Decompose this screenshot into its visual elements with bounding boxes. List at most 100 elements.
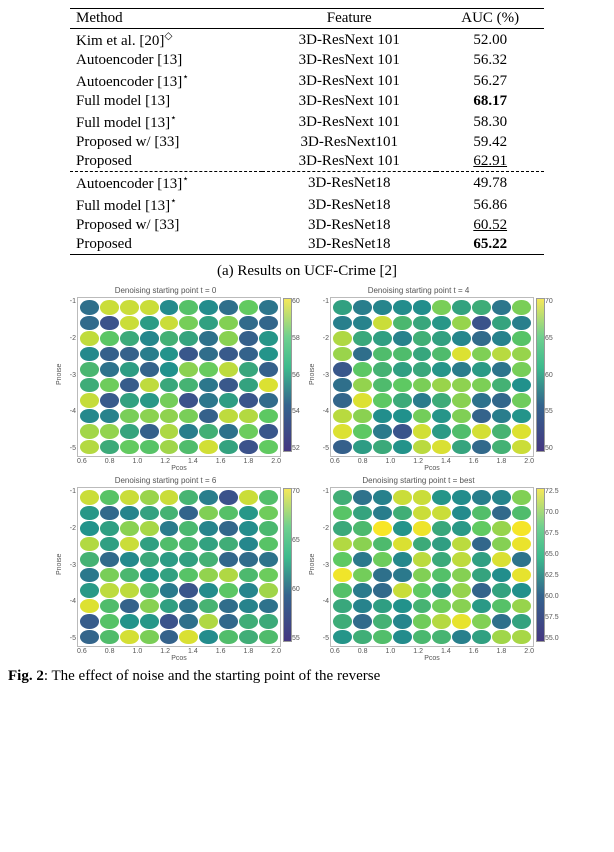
data-point [472, 583, 491, 598]
data-point [393, 537, 412, 552]
data-point [239, 300, 258, 315]
data-point [432, 331, 451, 346]
data-point [80, 362, 99, 377]
data-point [179, 440, 198, 455]
cell-auc: 56.27 [436, 70, 544, 92]
data-point [179, 331, 198, 346]
cell-method: Proposed [70, 152, 262, 172]
data-point [413, 614, 432, 629]
data-point [140, 583, 159, 598]
data-point [492, 552, 511, 567]
cell-feature: 3D-ResNext 101 [262, 111, 436, 133]
data-point [472, 362, 491, 377]
x-axis-label: Pcos [330, 655, 534, 662]
data-point [413, 521, 432, 536]
data-point [373, 490, 392, 505]
colorbar [283, 298, 292, 452]
data-point [140, 568, 159, 583]
data-point [239, 537, 258, 552]
data-point [373, 583, 392, 598]
scatter-grid [77, 297, 281, 457]
data-point [492, 393, 511, 408]
data-point [353, 552, 372, 567]
data-point [452, 614, 471, 629]
data-point [259, 568, 278, 583]
data-point [432, 316, 451, 331]
data-point [413, 583, 432, 598]
data-point [100, 599, 119, 614]
data-point [353, 424, 372, 439]
data-point [239, 331, 258, 346]
data-point [472, 393, 491, 408]
data-point [120, 331, 139, 346]
data-point [432, 393, 451, 408]
data-point [259, 378, 278, 393]
data-point [413, 440, 432, 455]
data-point [160, 440, 179, 455]
table-row: Autoencoder [13]⋆3D-ResNext 10156.27 [70, 70, 544, 92]
data-point [512, 440, 531, 455]
data-point [512, 537, 531, 552]
data-point [80, 409, 99, 424]
data-point [333, 490, 352, 505]
data-point [100, 506, 119, 521]
data-point [199, 568, 218, 583]
data-point [199, 630, 218, 645]
data-point [259, 630, 278, 645]
data-point [179, 568, 198, 583]
data-point [80, 614, 99, 629]
data-point [432, 300, 451, 315]
data-point [160, 409, 179, 424]
data-point [179, 347, 198, 362]
subcaption-a: (a) Results on UCF-Crime [2] [0, 263, 614, 280]
data-point [393, 424, 412, 439]
table-row: Full model [13]3D-ResNext 10168.17 [70, 92, 544, 111]
data-point [199, 583, 218, 598]
cell-feature: 3D-ResNet18 [262, 216, 436, 235]
data-point [239, 424, 258, 439]
data-point [452, 552, 471, 567]
y-axis-label: Pnoise [56, 286, 65, 472]
cell-method: Proposed w/ [33] [70, 216, 262, 235]
cell-method: Full model [13] [70, 92, 262, 111]
data-point [333, 521, 352, 536]
data-point [219, 583, 238, 598]
data-point [413, 316, 432, 331]
data-point [120, 362, 139, 377]
data-point [413, 537, 432, 552]
data-point [512, 409, 531, 424]
th-method: Method [70, 9, 262, 29]
data-point [333, 506, 352, 521]
data-point [393, 630, 412, 645]
data-point [413, 362, 432, 377]
cell-feature: 3D-ResNet18 [262, 235, 436, 255]
data-point [413, 300, 432, 315]
data-point [432, 347, 451, 362]
data-point [452, 537, 471, 552]
cell-method: Proposed w/ [33] [70, 133, 262, 152]
scatter-grid [330, 297, 534, 457]
data-point [432, 521, 451, 536]
data-point [259, 300, 278, 315]
cell-method: Autoencoder [13]⋆ [70, 172, 262, 195]
data-point [239, 552, 258, 567]
data-point [219, 521, 238, 536]
data-point [373, 614, 392, 629]
data-point [373, 362, 392, 377]
data-point [333, 331, 352, 346]
data-point [140, 424, 159, 439]
data-point [353, 583, 372, 598]
data-point [120, 506, 139, 521]
cell-auc: 56.32 [436, 51, 544, 70]
data-point [219, 537, 238, 552]
cell-auc: 58.30 [436, 111, 544, 133]
data-point [413, 393, 432, 408]
data-point [492, 378, 511, 393]
data-point [239, 506, 258, 521]
data-point [199, 552, 218, 567]
data-point [472, 552, 491, 567]
scatter-grid [77, 487, 281, 647]
data-point [80, 583, 99, 598]
data-point [393, 521, 412, 536]
data-point [80, 568, 99, 583]
